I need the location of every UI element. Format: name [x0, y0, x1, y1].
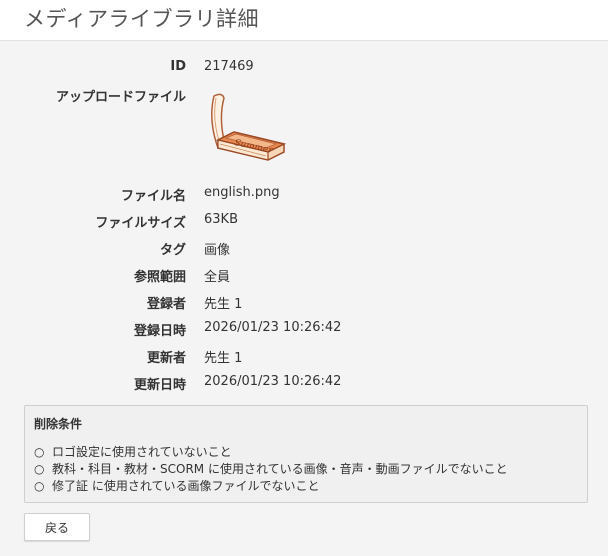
page-title: メディアライブラリ詳細: [24, 7, 260, 31]
condition-item: ○ ロゴ設定に使用されていないこと: [34, 444, 508, 461]
registered-at-value: 2026/01/23 10:26:42: [204, 320, 342, 335]
condition-text: 修了証 に使用されている画像ファイルでないこと: [52, 479, 320, 493]
condition-text: 教科・科目・教材・SCORM に使用されている画像・音声・動画ファイルでないこと: [52, 462, 508, 476]
row-updated-at: 更新日時 2026/01/23 10:26:42: [0, 374, 608, 394]
updater-label: 更新者: [146, 351, 186, 366]
page-header: メディアライブラリ詳細: [0, 0, 608, 41]
id-value: 217469: [204, 59, 254, 74]
tag-value: 画像: [204, 243, 231, 258]
deletion-conditions-list: ○ ロゴ設定に使用されていないこと ○ 教科・科目・教材・SCORM に使用されてい…: [34, 444, 508, 495]
condition-item: ○ 教科・科目・教材・SCORM に使用されている画像・音声・動画ファイルでないこ…: [34, 461, 508, 478]
filesize-value: 63KB: [204, 212, 238, 227]
row-registered-at: 登録日時 2026/01/23 10:26:42: [0, 320, 608, 340]
circle-bullet-icon: ○: [34, 445, 45, 459]
row-registrant: 登録者 先生 1: [0, 293, 608, 313]
registrant-label: 登録者: [146, 297, 186, 312]
registrant-value: 先生 1: [204, 297, 243, 312]
row-updater: 更新者 先生 1: [0, 347, 608, 367]
filename-label: ファイル名: [120, 189, 186, 204]
tag-label: タグ: [159, 243, 186, 258]
registered-at-label: 登録日時: [133, 324, 186, 339]
row-filename: ファイル名 english.png: [0, 185, 608, 205]
condition-item: ○ 修了証 に使用されている画像ファイルでないこと: [34, 478, 508, 495]
scope-label: 参照範囲: [133, 270, 186, 285]
scope-value: 全員: [204, 270, 231, 285]
row-upload-file: アップロードファイル: [0, 86, 608, 106]
book-summer-icon: Summer: [211, 93, 287, 161]
updater-value: 先生 1: [204, 351, 243, 366]
updated-at-value: 2026/01/23 10:26:42: [204, 374, 342, 389]
circle-bullet-icon: ○: [34, 462, 45, 476]
row-id: ID 217469: [0, 59, 608, 79]
filesize-label: ファイルサイズ: [95, 216, 186, 231]
deletion-conditions-panel: 削除条件 ○ ロゴ設定に使用されていないこと ○ 教科・科目・教材・SCORM に使…: [24, 405, 588, 503]
deletion-conditions-title: 削除条件: [34, 417, 83, 431]
row-tag: タグ 画像: [0, 239, 608, 259]
row-scope: 参照範囲 全員: [0, 266, 608, 286]
id-label: ID: [170, 59, 186, 74]
upload-file-label: アップロードファイル: [55, 90, 186, 105]
updated-at-label: 更新日時: [133, 378, 186, 393]
row-filesize: ファイルサイズ 63KB: [0, 212, 608, 232]
circle-bullet-icon: ○: [34, 479, 45, 493]
filename-value: english.png: [204, 185, 280, 200]
back-button[interactable]: 戻る: [24, 513, 90, 541]
uploaded-image-thumbnail: Summer: [204, 90, 288, 166]
condition-text: ロゴ設定に使用されていないこと: [52, 445, 232, 459]
